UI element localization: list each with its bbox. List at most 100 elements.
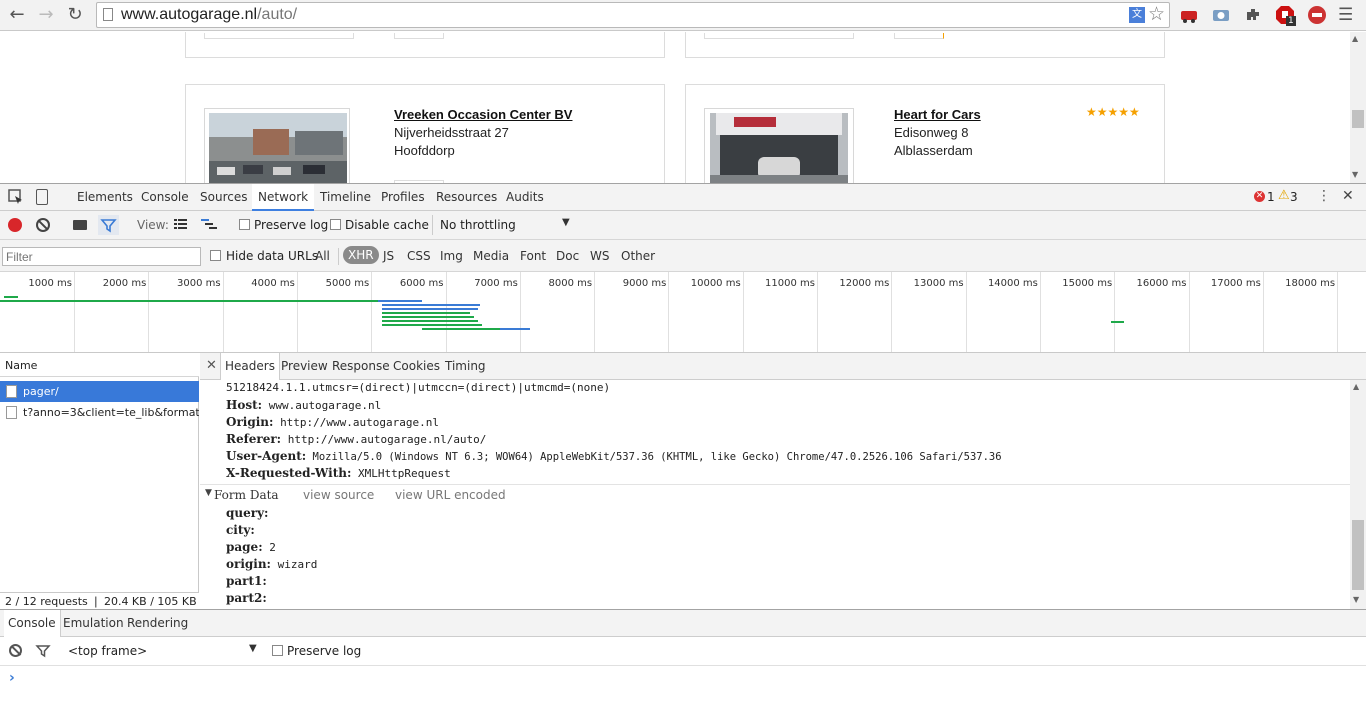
tab-sources[interactable]: Sources bbox=[194, 184, 253, 211]
preserve-log-checkbox[interactable] bbox=[239, 219, 250, 230]
detail-tab-response[interactable]: Response bbox=[328, 353, 394, 380]
filter-type-js[interactable]: JS bbox=[383, 249, 394, 263]
scroll-up-icon[interactable]: ▲ bbox=[1352, 34, 1358, 43]
extension-train-icon[interactable] bbox=[1179, 5, 1199, 25]
reload-icon[interactable]: ↻ bbox=[63, 4, 87, 26]
form-data-row: query: bbox=[226, 506, 268, 520]
dealer-photo[interactable] bbox=[204, 108, 350, 183]
dealer-name-link[interactable]: Heart for Cars bbox=[894, 107, 981, 122]
detail-tab-preview[interactable]: Preview bbox=[277, 353, 332, 380]
address-bar[interactable]: www.autogarage.nl/auto/ 文 ☆ bbox=[96, 2, 1170, 28]
clear-console-icon[interactable] bbox=[9, 644, 22, 657]
drawer-tab-emulation[interactable]: Emulation bbox=[59, 610, 128, 637]
filter-type-css[interactable]: CSS bbox=[407, 249, 431, 263]
timeline-bar bbox=[382, 312, 470, 314]
timeline-bar bbox=[4, 296, 18, 298]
timeline-bar bbox=[382, 308, 478, 310]
drawer-tab-console[interactable]: Console bbox=[4, 610, 61, 637]
page-scrollbar[interactable]: ▲ ▼ bbox=[1350, 32, 1366, 183]
scroll-down-icon[interactable]: ▼ bbox=[1353, 595, 1359, 604]
error-count[interactable]: 1 bbox=[1267, 190, 1275, 204]
dealer-photo[interactable] bbox=[704, 108, 854, 183]
network-overview-timeline[interactable]: 1000 ms 2000 ms 3000 ms 4000 ms 5000 ms 6000 … bbox=[0, 272, 1366, 353]
record-button[interactable] bbox=[8, 218, 22, 232]
close-detail-icon[interactable]: ✕ bbox=[206, 358, 217, 373]
more-menu-icon[interactable]: ⋮ bbox=[1317, 188, 1331, 204]
scroll-down-icon[interactable]: ▼ bbox=[1352, 170, 1358, 179]
frame-select[interactable]: <top frame> bbox=[68, 644, 147, 658]
console-preserve-log-checkbox[interactable] bbox=[272, 645, 283, 656]
back-icon[interactable]: ← bbox=[5, 4, 29, 26]
large-rows-icon[interactable] bbox=[174, 219, 187, 230]
header-value: http://www.autogarage.nl/auto/ bbox=[287, 433, 487, 446]
tab-network[interactable]: Network bbox=[252, 184, 315, 211]
disable-cache-checkbox[interactable] bbox=[330, 219, 341, 230]
tab-elements[interactable]: Elements bbox=[71, 184, 139, 211]
form-data-title[interactable]: Form Data bbox=[214, 488, 279, 502]
filter-toggle-icon[interactable] bbox=[98, 215, 119, 235]
filter-input[interactable] bbox=[2, 247, 201, 266]
error-icon[interactable]: ✕ bbox=[1254, 191, 1265, 202]
adblock-icon[interactable]: 1 bbox=[1275, 5, 1296, 26]
tab-resources[interactable]: Resources bbox=[430, 184, 503, 211]
device-mode-icon[interactable] bbox=[36, 189, 48, 205]
request-row[interactable]: pager/ bbox=[0, 381, 199, 402]
timeline-bar bbox=[422, 328, 500, 330]
record-icon[interactable] bbox=[1307, 5, 1327, 25]
detail-tab-headers[interactable]: Headers bbox=[220, 353, 280, 380]
form-data-key: query: bbox=[226, 506, 269, 520]
filter-type-ws[interactable]: WS bbox=[590, 249, 609, 263]
header-key: User-Agent: bbox=[226, 449, 307, 463]
form-data-key: origin: bbox=[226, 557, 271, 571]
scroll-thumb[interactable] bbox=[1352, 110, 1364, 128]
disable-cache-label: Disable cache bbox=[345, 218, 429, 232]
throttling-dropdown-icon[interactable]: ▼ bbox=[562, 217, 570, 228]
filter-type-doc[interactable]: Doc bbox=[556, 249, 579, 263]
throttling-select[interactable]: No throttling bbox=[440, 218, 516, 232]
inspect-icon[interactable] bbox=[8, 189, 24, 205]
dealer-name-link[interactable]: Vreeken Occasion Center BV bbox=[394, 107, 572, 122]
console-filter-icon[interactable] bbox=[35, 643, 51, 659]
tab-profiles[interactable]: Profiles bbox=[375, 184, 431, 211]
warning-icon[interactable]: ⚠ bbox=[1278, 188, 1290, 203]
scroll-up-icon[interactable]: ▲ bbox=[1353, 382, 1359, 391]
forward-icon[interactable]: → bbox=[34, 4, 58, 26]
detail-scrollbar[interactable]: ▲ ▼ bbox=[1350, 380, 1366, 609]
view-source-link[interactable]: view source bbox=[303, 488, 374, 502]
scroll-thumb[interactable] bbox=[1352, 520, 1364, 590]
screenshot-capture-icon[interactable] bbox=[73, 220, 87, 230]
detail-tab-cookies[interactable]: Cookies bbox=[389, 353, 444, 380]
dealer-card: Heart for Cars ★★★★★ Edisonweg 8 Alblass… bbox=[685, 84, 1165, 183]
filter-type-xhr[interactable]: XHR bbox=[343, 246, 379, 264]
clear-icon[interactable] bbox=[36, 218, 50, 232]
collapse-triangle-icon[interactable]: ▼ bbox=[205, 488, 212, 498]
filter-type-all[interactable]: All bbox=[315, 249, 330, 263]
tab-timeline[interactable]: Timeline bbox=[314, 184, 377, 211]
filter-type-other[interactable]: Other bbox=[621, 249, 655, 263]
translate-icon[interactable]: 文 bbox=[1129, 7, 1145, 23]
frame-dropdown-icon[interactable]: ▼ bbox=[249, 643, 257, 654]
overview-icon[interactable] bbox=[201, 219, 217, 230]
filter-type-media[interactable]: Media bbox=[473, 249, 509, 263]
filter-type-img[interactable]: Img bbox=[440, 249, 463, 263]
tab-audits[interactable]: Audits bbox=[500, 184, 550, 211]
warning-count[interactable]: 3 bbox=[1290, 190, 1298, 204]
console-prompt[interactable]: › bbox=[9, 670, 15, 686]
request-row[interactable]: t?anno=3&client=te_lib&format=... bbox=[0, 402, 199, 423]
request-list-header[interactable]: Name bbox=[0, 353, 199, 377]
puzzle-icon[interactable] bbox=[1243, 5, 1263, 25]
name-column-header[interactable]: Name bbox=[5, 359, 37, 372]
close-devtools-icon[interactable]: ✕ bbox=[1342, 188, 1354, 204]
menu-icon[interactable]: ☰ bbox=[1338, 5, 1358, 25]
camera-icon[interactable] bbox=[1211, 5, 1231, 25]
hide-data-urls-checkbox[interactable] bbox=[210, 250, 221, 261]
view-url-encoded-link[interactable]: view URL encoded bbox=[395, 488, 506, 502]
filter-type-font[interactable]: Font bbox=[520, 249, 546, 263]
detail-tab-timing[interactable]: Timing bbox=[441, 353, 490, 380]
star-icon[interactable]: ☆ bbox=[1148, 3, 1165, 25]
dealer-city: Hoofddorp bbox=[394, 143, 455, 158]
request-name: pager/ bbox=[23, 385, 59, 398]
tab-console[interactable]: Console bbox=[135, 184, 195, 211]
drawer-tab-rendering[interactable]: Rendering bbox=[123, 610, 192, 637]
header-value: XMLHttpRequest bbox=[358, 467, 451, 480]
